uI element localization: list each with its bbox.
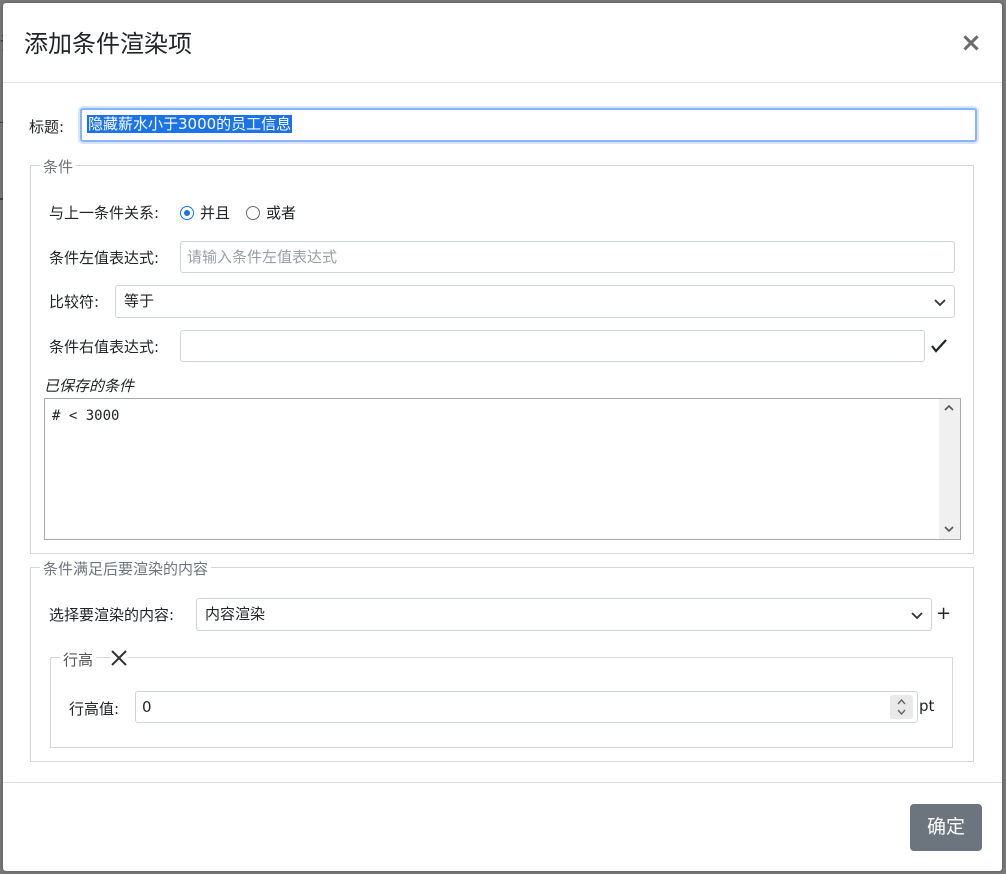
chevron-down-icon xyxy=(911,612,923,620)
stepper-up-icon[interactable] xyxy=(896,697,907,706)
left-expr-label: 条件左值表达式: xyxy=(49,249,160,267)
plus-icon[interactable]: + xyxy=(936,603,951,625)
dialog-footer xyxy=(3,782,1002,872)
stepper-down-icon[interactable] xyxy=(896,708,907,717)
render-content-legend: 条件满足后要渲染的内容 xyxy=(40,559,212,579)
row-height-stepper[interactable] xyxy=(890,695,913,719)
render-select-label: 选择要渲染的内容: xyxy=(49,606,175,624)
saved-conditions-text: # < 3000 xyxy=(52,408,120,424)
scroll-up-icon[interactable] xyxy=(943,402,955,414)
confirm-button[interactable]: 确定 xyxy=(910,804,982,851)
render-content-select[interactable]: 内容渲染 xyxy=(196,598,932,631)
textarea-scrollbar[interactable] xyxy=(939,399,960,539)
saved-conditions-textarea[interactable]: # < 3000 xyxy=(44,398,961,540)
saved-conditions-label: 已保存的条件 xyxy=(44,377,135,395)
right-expr-input[interactable] xyxy=(180,330,925,362)
title-input[interactable]: 隐藏薪水小于3000的员工信息 xyxy=(80,108,977,142)
left-expr-input[interactable] xyxy=(180,241,955,273)
condition-group-legend: 条件 xyxy=(40,157,77,177)
dialog-title: 添加条件渲染项 xyxy=(24,30,192,58)
chevron-down-icon xyxy=(934,299,946,307)
comparator-select[interactable]: 等于 xyxy=(115,285,955,318)
row-height-legend: 行高 xyxy=(60,650,97,670)
close-button[interactable]: × xyxy=(959,29,983,57)
row-height-value-label: 行高值: xyxy=(69,700,120,718)
check-icon[interactable] xyxy=(930,337,948,355)
scroll-down-icon[interactable] xyxy=(943,523,955,535)
row-height-unit: pt xyxy=(919,697,935,715)
add-condition-render-dialog: 添加条件渲染项 × 标题: 隐藏薪水小于3000的员工信息 条件 与上一条件关系… xyxy=(3,3,1002,871)
row-height-input[interactable]: 0 xyxy=(135,691,918,723)
x-icon[interactable] xyxy=(110,649,128,667)
comparator-select-value: 等于 xyxy=(124,292,155,310)
comparator-label: 比较符: xyxy=(49,293,100,311)
close-icon: × xyxy=(960,28,982,58)
relation-and-radio[interactable] xyxy=(180,206,194,220)
title-input-value: 隐藏薪水小于3000的员工信息 xyxy=(87,115,293,133)
relation-and-label[interactable]: 并且 xyxy=(200,203,230,223)
relation-label: 与上一条件关系: xyxy=(49,204,160,222)
relation-or-label[interactable]: 或者 xyxy=(266,203,296,223)
row-height-input-value: 0 xyxy=(142,698,152,716)
relation-or-radio[interactable] xyxy=(246,206,260,220)
title-label: 标题: xyxy=(29,118,65,136)
right-expr-label: 条件右值表达式: xyxy=(49,338,160,356)
dialog-header: 添加条件渲染项 × xyxy=(3,3,1002,83)
render-content-select-value: 内容渲染 xyxy=(205,605,266,623)
